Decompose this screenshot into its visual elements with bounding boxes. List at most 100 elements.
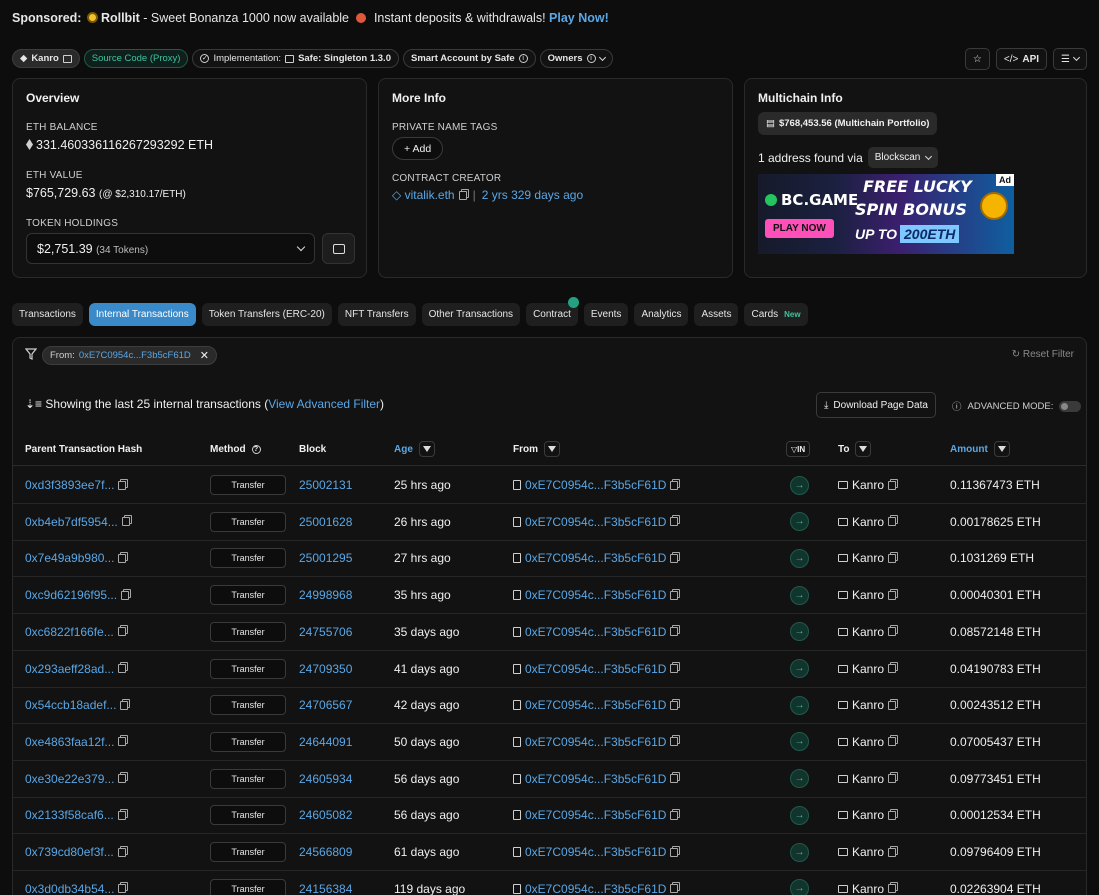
copy-icon[interactable] (670, 700, 679, 710)
copy-icon[interactable] (670, 847, 679, 857)
copy-icon[interactable] (888, 847, 897, 857)
block-link[interactable]: 25002131 (299, 478, 352, 492)
to-address[interactable]: Kanro (852, 698, 884, 712)
more-menu-button[interactable]: ☰ (1053, 48, 1087, 70)
to-address[interactable]: Kanro (852, 735, 884, 749)
tx-hash-link[interactable]: 0xc9d62196f95... (25, 588, 117, 602)
tab-events[interactable]: Events (583, 303, 629, 326)
tab-nft-transfers[interactable]: NFT Transfers (337, 303, 416, 326)
tx-hash-link[interactable]: 0xe4863faa12f... (25, 735, 114, 749)
copy-icon[interactable] (118, 553, 127, 563)
block-link[interactable]: 24709350 (299, 662, 352, 676)
copy-icon[interactable] (888, 737, 897, 747)
tx-hash-link[interactable]: 0xb4eb7df5954... (25, 515, 118, 529)
source-code-tag[interactable]: Source Code (Proxy) (83, 49, 189, 68)
copy-icon[interactable] (118, 480, 127, 490)
advanced-mode-toggle[interactable] (1059, 400, 1082, 412)
copy-icon[interactable] (888, 774, 897, 784)
advanced-filter-link[interactable]: View Advanced Filter (268, 397, 380, 411)
tab-contract[interactable]: Contract (526, 297, 579, 326)
copy-icon[interactable] (117, 810, 126, 820)
reset-filter-button[interactable]: ↻ Reset Filter (1012, 349, 1074, 360)
copy-icon[interactable] (458, 191, 467, 200)
to-address[interactable]: Kanro (852, 845, 884, 859)
token-portfolio-button[interactable] (322, 233, 355, 264)
col-amount[interactable]: Amount (950, 441, 1010, 457)
tx-hash-link[interactable]: 0x7e49a9b980... (25, 551, 114, 565)
copy-icon[interactable] (670, 553, 679, 563)
copy-icon[interactable] (121, 517, 130, 527)
amount-filter-button[interactable] (993, 441, 1010, 457)
block-link[interactable]: 24706567 (299, 698, 352, 712)
copy-icon[interactable] (117, 847, 126, 857)
tx-hash-link[interactable]: 0x2133f58caf6... (25, 808, 114, 822)
block-link[interactable]: 25001295 (299, 551, 352, 565)
copy-icon[interactable] (888, 810, 897, 820)
copy-icon[interactable] (670, 737, 679, 747)
owners-tag[interactable]: Owners i (539, 49, 613, 68)
to-address[interactable]: Kanro (852, 662, 884, 676)
block-link[interactable]: 24755706 (299, 625, 352, 639)
tx-hash-link[interactable]: 0x739cd80ef3f... (25, 845, 114, 859)
copy-icon[interactable] (118, 664, 127, 673)
from-address-link[interactable]: 0xE7C0954c...F3b5cF61D (525, 882, 666, 895)
tab-token-transfers[interactable]: Token Transfers (ERC-20) (201, 303, 332, 326)
copy-icon[interactable] (888, 517, 897, 527)
from-filter-button[interactable] (544, 441, 560, 457)
copy-icon[interactable] (888, 664, 897, 673)
to-address[interactable]: Kanro (852, 478, 884, 492)
from-address-link[interactable]: 0xE7C0954c...F3b5cF61D (525, 698, 666, 712)
tx-hash-link[interactable]: 0x293aeff28ad... (25, 662, 114, 676)
from-address-link[interactable]: 0xE7C0954c...F3b5cF61D (525, 735, 666, 749)
from-address-link[interactable]: 0xE7C0954c...F3b5cF61D (525, 515, 666, 529)
blockscan-dropdown[interactable]: Blockscan (867, 147, 939, 168)
copy-icon[interactable] (888, 480, 897, 490)
tab-analytics[interactable]: Analytics (634, 303, 689, 326)
copy-icon[interactable] (670, 627, 679, 637)
name-tag[interactable]: ◆ Kanro (12, 49, 80, 68)
from-address-link[interactable]: 0xE7C0954c...F3b5cF61D (525, 478, 666, 492)
from-address-link[interactable]: 0xE7C0954c...F3b5cF61D (525, 772, 666, 786)
from-address-link[interactable]: 0xE7C0954c...F3b5cF61D (525, 588, 666, 602)
copy-icon[interactable] (670, 774, 679, 784)
age-filter-button[interactable] (418, 441, 435, 457)
to-address[interactable]: Kanro (852, 625, 884, 639)
tx-hash-link[interactable]: 0x3d0db34b54... (25, 882, 114, 895)
add-tag-button[interactable]: + Add (392, 137, 444, 160)
download-page-data-button[interactable]: ⤓ Download Page Data (816, 392, 936, 418)
favorite-button[interactable]: ☆ (964, 48, 990, 70)
col-age[interactable]: Age (394, 441, 435, 457)
to-address[interactable]: Kanro (852, 772, 884, 786)
sponsor-play-link[interactable]: Play Now! (549, 11, 609, 25)
to-address[interactable]: Kanro (852, 515, 884, 529)
tab-internal-transactions[interactable]: Internal Transactions (88, 303, 196, 326)
copy-icon[interactable] (888, 700, 897, 710)
to-address[interactable]: Kanro (852, 588, 884, 602)
copy-icon[interactable] (120, 700, 129, 710)
copy-icon[interactable] (118, 774, 127, 784)
from-address-link[interactable]: 0xE7C0954c...F3b5cF61D (525, 845, 666, 859)
block-link[interactable]: 24605082 (299, 808, 352, 822)
copy-icon[interactable] (121, 590, 130, 600)
to-address[interactable]: Kanro (852, 882, 884, 895)
in-filter-button[interactable]: ▽ IN (786, 441, 811, 457)
tab-assets[interactable]: Assets (694, 303, 739, 326)
tab-other-transactions[interactable]: Other Transactions (421, 303, 521, 326)
token-holdings-dropdown[interactable]: $2,751.39 (34 Tokens) (26, 233, 315, 264)
copy-icon[interactable] (888, 590, 897, 600)
copy-icon[interactable] (670, 810, 679, 820)
from-address-link[interactable]: 0xE7C0954c...F3b5cF61D (525, 808, 666, 822)
block-link[interactable]: 24156384 (299, 882, 352, 895)
to-filter-button[interactable] (855, 441, 872, 457)
api-button[interactable]: </> API (995, 48, 1048, 70)
close-icon[interactable]: ✕ (200, 349, 209, 362)
smart-account-tag[interactable]: Smart Account by Safe i (402, 49, 536, 68)
copy-icon[interactable] (670, 590, 679, 600)
ad-banner[interactable]: BC.GAME PLAY NOW FREE LUCKY SPIN BONUS U… (758, 174, 1014, 254)
tx-hash-link[interactable]: 0xd3f3893ee7f... (25, 478, 114, 492)
tx-hash-link[interactable]: 0xc6822f166fe... (25, 625, 114, 639)
from-filter-chip[interactable]: From: 0xE7C0954c...F3b5cF61D ✕ (42, 346, 217, 365)
block-link[interactable]: 24998968 (299, 588, 352, 602)
copy-icon[interactable] (117, 627, 126, 637)
copy-icon[interactable] (118, 737, 127, 747)
